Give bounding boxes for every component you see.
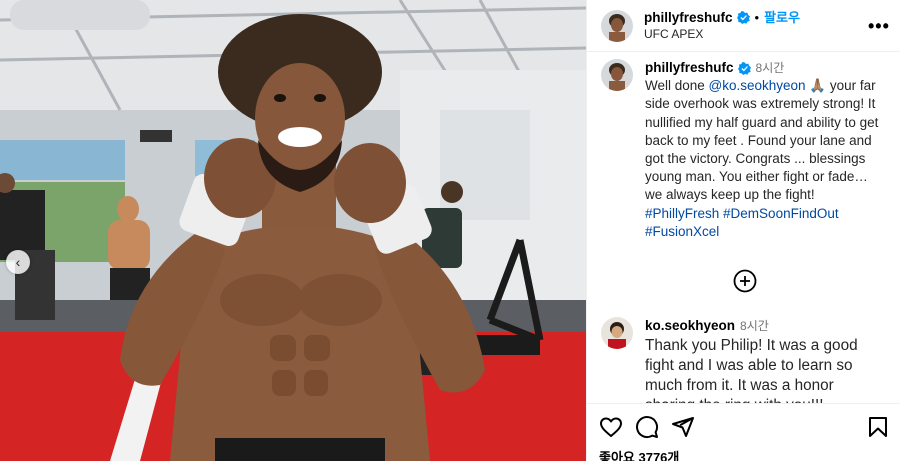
like-button[interactable] <box>599 415 623 439</box>
hashtag-link[interactable]: #PhillyFresh <box>645 206 719 221</box>
post-header: phillyfreshufc • 팔로우 UFC APEX ••• <box>587 0 900 52</box>
author-avatar[interactable] <box>601 9 633 42</box>
carousel-prev-button[interactable]: ‹ <box>6 250 30 274</box>
plus-circle-icon[interactable] <box>733 269 757 293</box>
verified-badge-icon <box>736 10 750 24</box>
action-buttons <box>599 412 890 442</box>
share-icon <box>672 417 694 437</box>
post-actions: 좋아요 3776개 <box>587 403 900 461</box>
post-image <box>0 0 586 461</box>
verified-badge-icon <box>737 61 751 75</box>
comment-button[interactable] <box>635 415 659 439</box>
post-side-panel: phillyfreshufc • 팔로우 UFC APEX ••• philly… <box>586 0 900 461</box>
reply-text: Thank you Philip! It was a good fight an… <box>645 337 858 403</box>
reply-body: ko.seokhyeon 8시간 Thank you Philip! It wa… <box>645 317 888 403</box>
reply-time[interactable]: 8시간 <box>740 317 769 335</box>
location-link[interactable]: UFC APEX <box>644 26 868 43</box>
load-more-comments <box>601 269 888 293</box>
caption-body: phillyfreshufc 8시간 Well done @ko.seokhye… <box>645 59 888 241</box>
chevron-left-icon: ‹ <box>15 254 21 270</box>
hashtag-link[interactable]: #DemSoonFindOut <box>723 206 839 221</box>
comment-icon <box>636 416 659 439</box>
commenter-avatar[interactable] <box>601 317 633 350</box>
more-options-icon[interactable]: ••• <box>868 17 889 35</box>
caption-text: Well done @ko.seokhyeon 🙏🏽 your far side… <box>645 77 888 204</box>
hashtag-link[interactable]: #FusionXcel <box>645 224 719 239</box>
bookmark-icon <box>869 417 887 437</box>
reply-username[interactable]: ko.seokhyeon <box>645 317 735 335</box>
comments-section: phillyfreshufc 8시간 Well done @ko.seokhye… <box>587 53 900 403</box>
separator-dot: • <box>754 9 760 25</box>
share-button[interactable] <box>671 415 695 439</box>
reply-comment: ko.seokhyeon 8시간 Thank you Philip! It wa… <box>601 317 888 403</box>
likes-count[interactable]: 좋아요 3776개 <box>599 447 890 461</box>
caption-emoji: 🙏🏽 <box>805 78 830 94</box>
caption-username[interactable]: phillyfreshufc <box>645 59 734 77</box>
save-button[interactable] <box>866 415 890 439</box>
author-username[interactable]: phillyfreshufc <box>644 9 733 26</box>
caption-comment: phillyfreshufc 8시간 Well done @ko.seokhye… <box>601 59 888 241</box>
caption-text-start: Well done <box>645 78 709 94</box>
caption-hashtags: #PhillyFresh #DemSoonFindOut #FusionXcel <box>645 205 888 241</box>
caption-text-rest: your far side overhook was extremely str… <box>645 78 879 203</box>
post-header-text: phillyfreshufc • 팔로우 UFC APEX <box>644 9 868 43</box>
mention-link[interactable]: @ko.seokhyeon <box>709 78 806 93</box>
author-avatar[interactable] <box>601 59 633 91</box>
post-photo[interactable]: ‹ <box>0 0 586 461</box>
follow-button[interactable]: 팔로우 <box>764 9 800 26</box>
caption-time[interactable]: 8시간 <box>756 59 785 77</box>
heart-icon <box>600 417 622 437</box>
